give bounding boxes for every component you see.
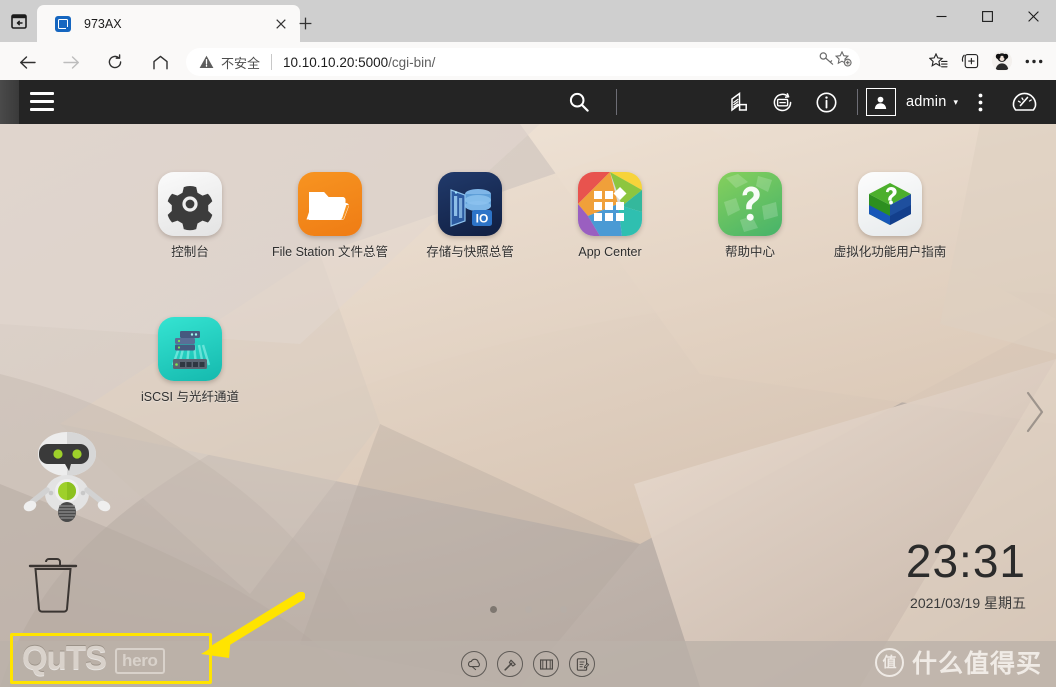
external-devices-icon[interactable] (761, 80, 805, 124)
desktop-icon-label: File Station 文件总管 (271, 245, 388, 259)
control-panel-icon (158, 172, 222, 236)
file-station-icon (298, 172, 362, 236)
desktop-icon-help-center[interactable]: 帮助中心 (685, 172, 815, 260)
help-center-icon (718, 172, 782, 236)
window-controls (918, 0, 1056, 42)
clock-time: 23:31 (905, 535, 1026, 587)
svg-text:IO: IO (476, 212, 489, 226)
header-left-edge (0, 80, 19, 124)
helpdesk-icon[interactable] (497, 651, 523, 677)
add-favorite-icon[interactable] (834, 50, 852, 72)
browser-tab[interactable]: 973AX (37, 5, 300, 42)
home-button[interactable] (147, 49, 173, 75)
dashboard-icon[interactable] (1002, 80, 1046, 124)
annotation-highlight-box (10, 633, 212, 684)
desktop-icon-label: iSCSI 与光纤通道 (141, 390, 239, 404)
site-watermark: 值 什么值得买 (874, 644, 1042, 680)
qsync-icon[interactable] (461, 651, 487, 677)
omnibox-actions (819, 50, 852, 72)
app-center-icon (578, 172, 642, 236)
event-notifications-icon[interactable] (805, 80, 849, 124)
desktop-icon-label: 控制台 (171, 245, 209, 259)
tab-search-icon[interactable] (8, 11, 30, 31)
reload-button[interactable] (102, 49, 128, 75)
security-status-label: 不安全 (221, 55, 261, 71)
header-divider-2 (856, 89, 858, 115)
collections-icon[interactable] (954, 47, 986, 75)
notes-station-icon[interactable] (533, 651, 559, 677)
back-button[interactable] (14, 49, 40, 75)
page-dot-1[interactable] (489, 606, 497, 613)
desktop-icon-label: 帮助中心 (724, 245, 775, 259)
key-icon[interactable] (819, 51, 835, 72)
forward-button[interactable] (58, 49, 84, 75)
qnap-favicon (55, 15, 71, 32)
search-icon[interactable] (562, 80, 596, 124)
virtualization-guide-icon (858, 172, 922, 236)
settings-and-more-icon[interactable] (1018, 47, 1050, 75)
maximize-button[interactable] (964, 0, 1010, 32)
header-divider-1 (616, 89, 617, 115)
qnap-desktop: 控制台 File Station 文件总管 IO 存储与快照总管 App Cen… (0, 124, 1056, 687)
url-path: /cgi-bin/ (388, 54, 436, 70)
url-text: 10.10.10.20:5000/cgi-bin/ (283, 55, 435, 70)
hamburger-menu-icon[interactable] (30, 92, 54, 112)
favorites-icon[interactable] (922, 47, 954, 75)
background-tasks-icon[interactable] (717, 80, 761, 124)
desktop-icon-file-station[interactable]: File Station 文件总管 (265, 172, 395, 260)
qboat-robot-mascot (20, 424, 114, 524)
watermark-mark: 值 (874, 647, 904, 677)
tab-title: 973AX (84, 16, 122, 31)
page-dot-3[interactable] (559, 606, 567, 613)
storage-snapshot-icon: IO (438, 172, 502, 236)
username-label: admin (905, 94, 947, 110)
desktop-icon-storage-snapshot[interactable]: IO 存储与快照总管 (405, 172, 535, 260)
desktop-icon-label: 虚拟化功能用户指南 (833, 245, 947, 259)
desktop-icon-iscsi-fc[interactable]: iSCSI 与光纤通道 (125, 317, 255, 405)
toolbar-right-actions (922, 47, 1050, 75)
qnap-header-bar: admin ▾ (0, 80, 1056, 124)
browser-window: 973AX 不安全 10.10.10.20:5000/cgi-bin/ admi… (0, 0, 1056, 687)
user-menu[interactable]: admin ▾ (865, 88, 958, 116)
desktop-clock: 23:31 2021/03/19 星期五 (906, 538, 1026, 613)
qnotes-icon[interactable] (569, 651, 595, 677)
url-host: 10.10.10.20:5000 (283, 54, 389, 70)
desktop-icon-control-panel[interactable]: 控制台 (125, 172, 255, 260)
desktop-icon-virtualization-guide[interactable]: 虚拟化功能用户指南 (825, 172, 955, 260)
iscsi-fc-icon (158, 317, 222, 381)
address-bar[interactable]: 不安全 10.10.10.20:5000/cgi-bin/ (186, 48, 860, 76)
more-options-icon[interactable] (958, 80, 1002, 124)
annotation-arrow (201, 592, 305, 658)
profile-avatar[interactable] (986, 47, 1018, 75)
user-avatar-icon (865, 88, 896, 116)
qnap-header-actions: admin ▾ (717, 80, 1046, 124)
desktop-icon-label: 存储与快照总管 (426, 245, 514, 259)
desktop-page-indicator (0, 606, 1056, 613)
desktop-icon-label: App Center (578, 245, 642, 259)
new-tab-button[interactable] (290, 9, 320, 37)
browser-tab-strip: 973AX (0, 0, 1056, 42)
page-dot-2[interactable] (524, 606, 532, 613)
omnibox-divider (271, 54, 273, 70)
warning-triangle-icon (199, 55, 214, 69)
next-page-chevron-icon[interactable] (1022, 389, 1048, 440)
minimize-button[interactable] (918, 0, 964, 32)
desktop-icon-app-center[interactable]: App Center (545, 172, 675, 260)
watermark-text: 什么值得买 (911, 650, 1042, 678)
browser-toolbar: 不安全 10.10.10.20:5000/cgi-bin/ (0, 42, 1056, 81)
window-close-button[interactable] (1010, 0, 1056, 32)
